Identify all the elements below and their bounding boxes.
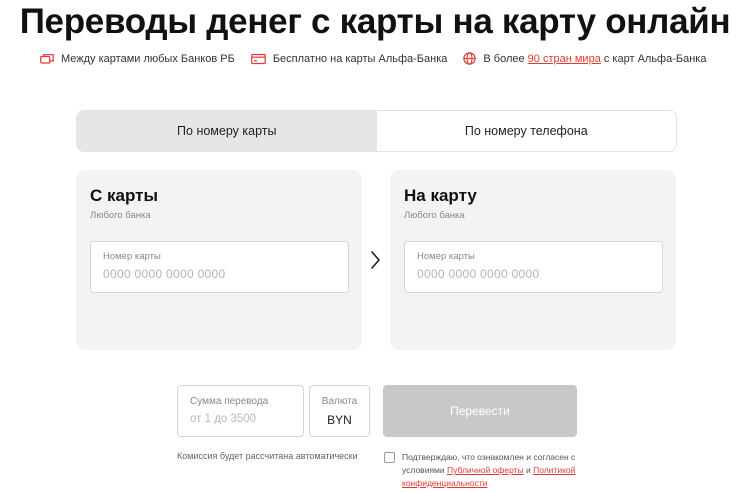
to-card-subtitle: Любого банка [404,210,465,221]
amount-label: Сумма перевода [190,396,269,407]
globe-icon [463,52,477,65]
feature-countries-post: с карт Альфа-Банка [600,52,707,65]
page-title: Переводы денег с карты на карту онлайн [19,2,731,41]
chevron-right-icon [371,251,380,269]
amount-placeholder: от 1 до 3500 [190,413,257,425]
to-card-title: На карту [404,186,477,205]
from-card-number-field[interactable]: Номер карты 0000 0000 0000 0000 [90,241,349,293]
feature-any-banks: Между картами любых Банков РБ [40,53,235,65]
tab-by-phone[interactable]: По номеру телефона [376,111,676,151]
currency-value: BYN [327,413,352,427]
from-card-subtitle: Любого банка [90,210,151,221]
currency-label: Валюта [321,396,358,407]
tab-by-card[interactable]: По номеру карты [77,111,377,151]
cards-icon [40,53,54,64]
feature-free-alfa-text: Бесплатно на карты Альфа-Банка [272,52,448,65]
public-offer-link[interactable]: Публичной оферты [447,465,524,475]
to-card-number-placeholder: 0000 0000 0000 0000 [417,267,540,281]
feature-any-banks-text: Между картами любых Банков РБ [61,52,235,65]
commission-note: Комиссия будет рассчитана автоматически [177,451,358,461]
countries-link[interactable]: 90 стран мира [528,53,601,65]
consent-text: Подтверждаю, что ознакомлен и согласен с… [402,451,609,490]
to-card-panel: На карту Любого банка Номер карты 0000 0… [390,170,676,350]
transfer-tabs: По номеру карты По номеру телефона [76,110,677,152]
feature-countries: В более 90 стран мира с карт Альфа-Банка [463,52,706,65]
from-card-panel: С карты Любого банка Номер карты 0000 00… [76,170,362,350]
from-card-title: С карты [90,186,158,205]
from-card-number-placeholder: 0000 0000 0000 0000 [103,267,226,281]
amount-field[interactable]: Сумма перевода от 1 до 3500 [177,385,304,437]
card-icon [250,53,266,64]
from-card-number-label: Номер карты [103,251,161,262]
feature-free-alfa: Бесплатно на карты Альфа-Банка [250,52,448,65]
transfer-page: Переводы денег с карты на карту онлайн М… [0,0,750,492]
currency-select[interactable]: Валюта BYN [309,385,370,437]
transfer-button[interactable]: Перевести [383,385,577,437]
to-card-number-label: Номер карты [417,251,475,262]
feature-countries-pre: В более [483,52,528,65]
consent-checkbox[interactable] [384,452,395,463]
consent-mid: и [523,465,534,475]
consent-row: Подтверждаю, что ознакомлен и согласен с… [384,451,609,490]
features-row: Между картами любых Банков РБ Бесплатно … [40,52,740,65]
to-card-number-field[interactable]: Номер карты 0000 0000 0000 0000 [404,241,663,293]
